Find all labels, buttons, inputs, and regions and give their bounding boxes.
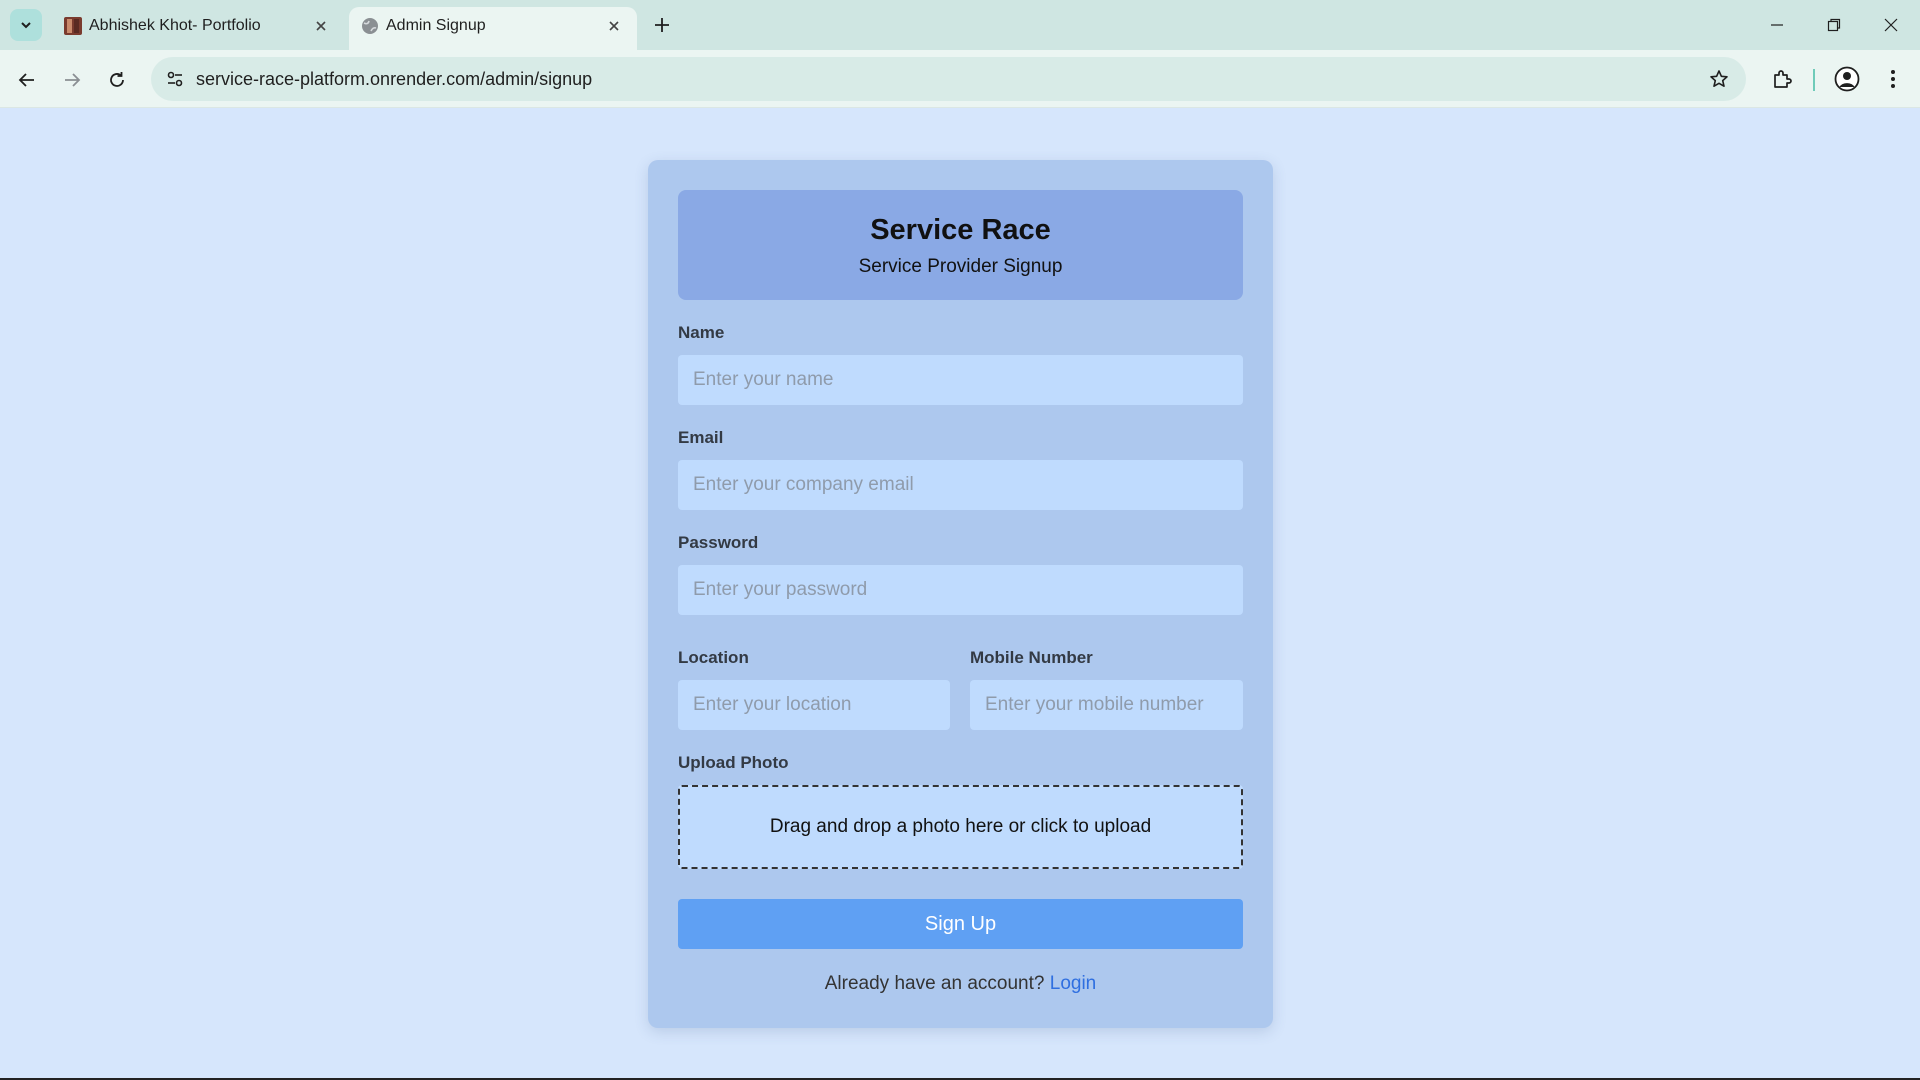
avatar-icon <box>1834 66 1860 92</box>
password-input[interactable] <box>678 565 1243 615</box>
plus-icon <box>655 18 669 32</box>
tab-search-button[interactable] <box>10 9 42 41</box>
globe-icon <box>362 18 378 34</box>
minimize-button[interactable] <box>1757 10 1797 40</box>
reload-icon <box>110 72 124 87</box>
restore-button[interactable] <box>1814 10 1854 40</box>
reload-button[interactable] <box>100 63 134 97</box>
photo-dropzone[interactable]: Drag and drop a photo here or click to u… <box>678 785 1243 869</box>
profile-button[interactable] <box>1830 62 1864 96</box>
arrow-right-icon <box>65 73 81 87</box>
menu-button[interactable] <box>1876 62 1910 96</box>
page-subtitle: Service Provider Signup <box>858 256 1063 277</box>
tab-title: Admin Signup <box>386 17 486 34</box>
email-label: Email <box>678 428 724 447</box>
upload-photo-label: Upload Photo <box>678 753 789 772</box>
email-input[interactable] <box>678 460 1243 510</box>
tab-portfolio[interactable]: Abhishek Khot- Portfolio <box>52 7 344 50</box>
restore-icon <box>1827 18 1841 32</box>
login-prompt-text: Already have an account? <box>824 973 1045 994</box>
password-label: Password <box>678 533 759 552</box>
tab-admin-signup[interactable]: Admin Signup <box>349 7 637 50</box>
location-input[interactable] <box>678 680 950 730</box>
extensions-button[interactable] <box>1765 62 1799 96</box>
browser-tab-bar: Abhishek Khot- Portfolio Admin Signup <box>0 0 1920 50</box>
more-vertical-icon <box>1891 70 1895 88</box>
puzzle-icon <box>1774 70 1792 88</box>
star-icon <box>1710 70 1728 87</box>
location-label: Location <box>678 648 749 667</box>
forward-button[interactable] <box>55 63 89 97</box>
back-button[interactable] <box>10 63 44 97</box>
mobile-number-input[interactable] <box>970 680 1243 730</box>
tab-title: Abhishek Khot- Portfolio <box>89 17 261 34</box>
sign-up-button[interactable]: Sign Up <box>678 899 1243 949</box>
site-info-button[interactable] <box>161 65 189 93</box>
brand-title: Service Race <box>870 214 1051 246</box>
bookmark-button[interactable] <box>1706 66 1732 92</box>
signup-card: Service Race Service Provider Signup Nam… <box>648 160 1273 1028</box>
tune-icon <box>167 71 183 87</box>
close-icon[interactable] <box>603 15 625 37</box>
mobile-number-label: Mobile Number <box>970 648 1093 667</box>
portfolio-photo-icon <box>64 17 82 35</box>
name-input[interactable] <box>678 355 1243 405</box>
url-text: service-race-platform.onrender.com/admin… <box>196 69 593 89</box>
name-label: Name <box>678 323 725 342</box>
close-icon <box>1884 18 1898 32</box>
chevron-down-icon <box>21 22 31 29</box>
login-link[interactable]: Login <box>1050 973 1097 994</box>
minimize-icon <box>1771 24 1783 26</box>
new-tab-button[interactable] <box>648 11 676 39</box>
close-icon[interactable] <box>310 15 332 37</box>
toolbar-divider <box>1813 69 1815 91</box>
close-window-button[interactable] <box>1871 10 1911 40</box>
arrow-left-icon <box>18 73 34 87</box>
address-bar[interactable]: service-race-platform.onrender.com/admin… <box>151 57 1746 101</box>
browser-toolbar: service-race-platform.onrender.com/admin… <box>0 50 1920 108</box>
login-prompt: Already have an account? Login <box>648 973 1273 995</box>
dropzone-text: Drag and drop a photo here or click to u… <box>769 816 1152 837</box>
card-header: Service Race Service Provider Signup <box>678 190 1243 300</box>
